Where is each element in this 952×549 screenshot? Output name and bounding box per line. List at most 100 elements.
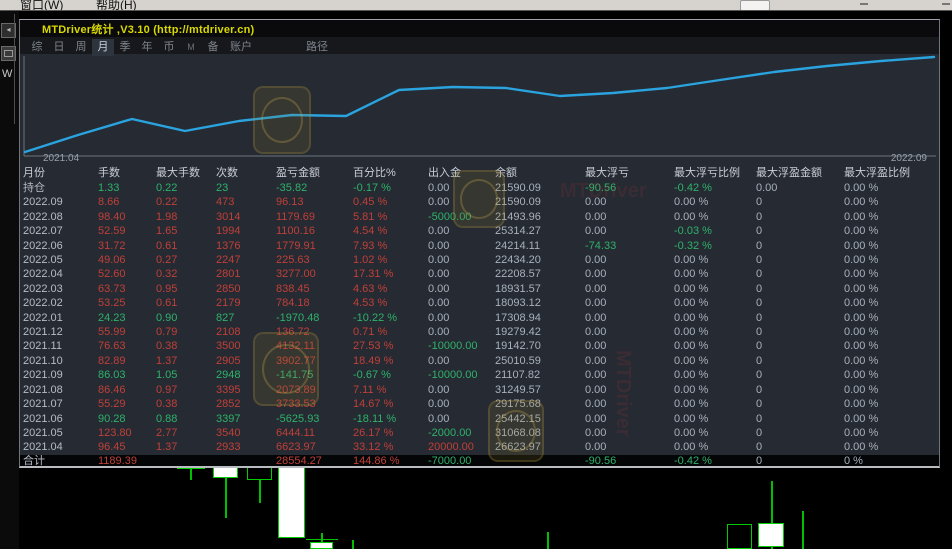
table-row[interactable]: 2022.04 52.60 0.32 2801 3277.00 17.31 % 0.00 22…	[20, 267, 939, 281]
table-row[interactable]: 2022.02 53.25 0.61 2179 784.18 4.53 % 0.00 1809…	[20, 296, 939, 310]
value-cell: 0.00	[428, 412, 450, 425]
value-cell: 0.97	[156, 383, 178, 396]
value-cell: 0.00	[585, 268, 607, 281]
value-cell: 2948	[216, 369, 241, 382]
table-row[interactable]: 2021.04 96.45 1.37 2933 6623.97 33.12 % 20000.…	[20, 440, 939, 454]
value-cell: 76.63	[98, 340, 126, 353]
column-header[interactable]: 最大手数	[153, 166, 213, 181]
candlestick	[259, 480, 261, 503]
value-cell: 0.00	[428, 326, 450, 339]
table-row[interactable]: 2022.06 31.72 0.61 1376 1779.91 7.93 % 0.00 242…	[20, 239, 939, 253]
value-cell: 136.72	[276, 326, 310, 339]
month-cell: 2022.08	[23, 210, 63, 223]
value-cell: 0.00	[585, 369, 607, 382]
value-cell: 0	[756, 311, 763, 324]
value-cell: 96.13	[276, 196, 304, 209]
month-cell: 2021.04	[23, 441, 63, 454]
month-cell: 2022.09	[23, 196, 63, 209]
table-row[interactable]: 2022.07 52.59 1.65 1994 1100.16 4.54 % 0.00 253…	[20, 224, 939, 238]
value-cell: -0.42 %	[674, 182, 712, 194]
table-row[interactable]: 2021.09 86.03 1.05 2948 -141.75 -0.67 % -10000…	[20, 368, 939, 382]
value-cell: 0 %	[844, 454, 863, 467]
table-row[interactable]: 2022.08 98.40 1.98 3014 1179.69 5.81 % -5000.0…	[20, 210, 939, 224]
value-cell: 0	[756, 210, 763, 223]
value-cell: 1.65	[156, 225, 178, 238]
value-cell: 0.00 %	[674, 311, 709, 324]
table-row[interactable]: 2021.06 90.28 0.88 3397 -5625.93 -18.11 % 0.00…	[20, 412, 939, 426]
column-header[interactable]: 最大浮亏比例	[671, 166, 753, 181]
table-row[interactable]: 2022.09 8.66 0.22 473 96.13 0.45 % 0.00 21590.0…	[20, 195, 939, 209]
value-cell: 2073.89	[276, 383, 316, 396]
table-row[interactable]: 2021.08 86.46 0.97 3395 2073.89 7.11 % 0.00 312…	[20, 383, 939, 397]
table-row[interactable]: 持仓 1.33 0.22 23 -35.82 -0.17 % 0.00 21590.09 -90…	[20, 181, 939, 195]
panel-titlebar[interactable]: MTDriver统计 ,V3.10 (http://mtdriver.cn)	[20, 20, 939, 37]
value-cell: 2.77	[156, 426, 178, 439]
table-row[interactable]: 2021.11 76.63 0.38 3500 4132.11 27.53 % -10000…	[20, 339, 939, 353]
table-row[interactable]: 2021.07 55.29 0.38 2852 3733.53 14.67 % 0.00 29…	[20, 397, 939, 411]
table-row[interactable]: 2021.10 82.89 1.37 2905 3902.77 18.49 % 0.00 25…	[20, 354, 939, 368]
menubar-mark	[942, 3, 950, 5]
value-cell: 1779.91	[276, 239, 316, 252]
table-row[interactable]: 2021.12 55.99 0.79 2108 136.72 0.71 % 0.00 1927…	[20, 325, 939, 339]
value-cell: 22208.57	[495, 268, 541, 281]
menubar-button[interactable]	[740, 0, 770, 10]
column-header[interactable]: 百分比%	[350, 166, 425, 181]
menu-help[interactable]: 帮助(H)	[96, 0, 137, 10]
value-cell: 0.00	[585, 412, 607, 425]
value-cell: 1189.39	[98, 454, 137, 467]
column-header[interactable]: 最大浮盈比例	[841, 166, 939, 181]
month-cell: 2022.01	[23, 311, 63, 324]
value-cell: 2801	[216, 268, 241, 281]
value-cell: 0.00	[585, 254, 607, 267]
month-cell: 持仓	[23, 182, 45, 194]
menu-window[interactable]: 窗口(W)	[20, 0, 63, 10]
column-header[interactable]: 最大浮亏	[582, 166, 671, 181]
value-cell: -5000.00	[428, 210, 472, 223]
minimize-icon[interactable]	[860, 3, 868, 5]
value-cell: 0.79	[156, 326, 178, 339]
value-cell: 17308.94	[495, 311, 541, 324]
table-row[interactable]: 2022.05 49.06 0.27 2247 225.63 1.02 % 0.00 2243…	[20, 253, 939, 267]
total-row[interactable]: 合计 1189.39 28554.27 144.86 % -7000.00 -90.56 -…	[20, 454, 939, 467]
value-cell: 0.00	[428, 182, 450, 194]
value-cell: 0.45 %	[353, 196, 388, 209]
table-row[interactable]: 2022.03 63.73 0.95 2850 838.45 4.63 % 0.00 1893…	[20, 282, 939, 296]
panel-toolbar: 综日周月季年币 M 备账户 路径	[20, 37, 939, 56]
value-cell: 0.00 %	[674, 282, 709, 295]
value-cell: 0.00 %	[674, 297, 709, 310]
column-header[interactable]: 次数	[213, 166, 273, 181]
value-cell: 1376	[216, 239, 241, 252]
value-cell: -10.22 %	[353, 311, 398, 324]
equity-chart[interactable]: 2021.04 2022.09	[20, 54, 939, 166]
value-cell: 90.28	[98, 412, 126, 425]
value-cell: 0	[756, 225, 763, 238]
value-cell: 0.00 %	[844, 239, 879, 252]
value-cell: 53.25	[98, 297, 126, 310]
value-cell: 0.00 %	[844, 369, 879, 382]
column-header[interactable]: 最大浮盈金额	[753, 166, 841, 181]
month-cell: 2021.06	[23, 412, 63, 425]
value-cell: 3395	[216, 383, 241, 396]
month-cell: 2021.11	[23, 340, 62, 353]
column-header[interactable]: 余额	[492, 166, 582, 181]
column-header[interactable]: 盈亏金额	[273, 166, 350, 181]
column-header[interactable]: 月份	[20, 166, 95, 181]
value-cell: 1.37	[156, 354, 178, 367]
value-cell: 52.59	[98, 225, 126, 238]
value-cell: 0.00	[585, 426, 607, 439]
table-row[interactable]: 2022.01 24.23 0.90 827 -1970.48 -10.22 % 0.00 1…	[20, 311, 939, 325]
value-cell: 26623.97	[495, 441, 541, 454]
value-cell: 0.95	[156, 282, 178, 295]
value-cell: 2850	[216, 282, 241, 295]
value-cell: -2000.00	[428, 426, 472, 439]
value-cell: 55.29	[98, 398, 126, 411]
picture-glyph	[4, 50, 13, 57]
value-cell: 0.00 %	[844, 210, 879, 223]
column-header[interactable]: 手数	[95, 166, 153, 181]
table-row[interactable]: 2021.05 123.80 2.77 3540 6444.11 26.17 % -2000…	[20, 426, 939, 440]
value-cell: 0	[756, 412, 763, 425]
value-cell: 21107.82	[495, 369, 541, 382]
month-cell: 合计	[23, 454, 45, 467]
value-cell: 3902.77	[276, 354, 316, 367]
column-header[interactable]: 出入金	[425, 166, 492, 181]
